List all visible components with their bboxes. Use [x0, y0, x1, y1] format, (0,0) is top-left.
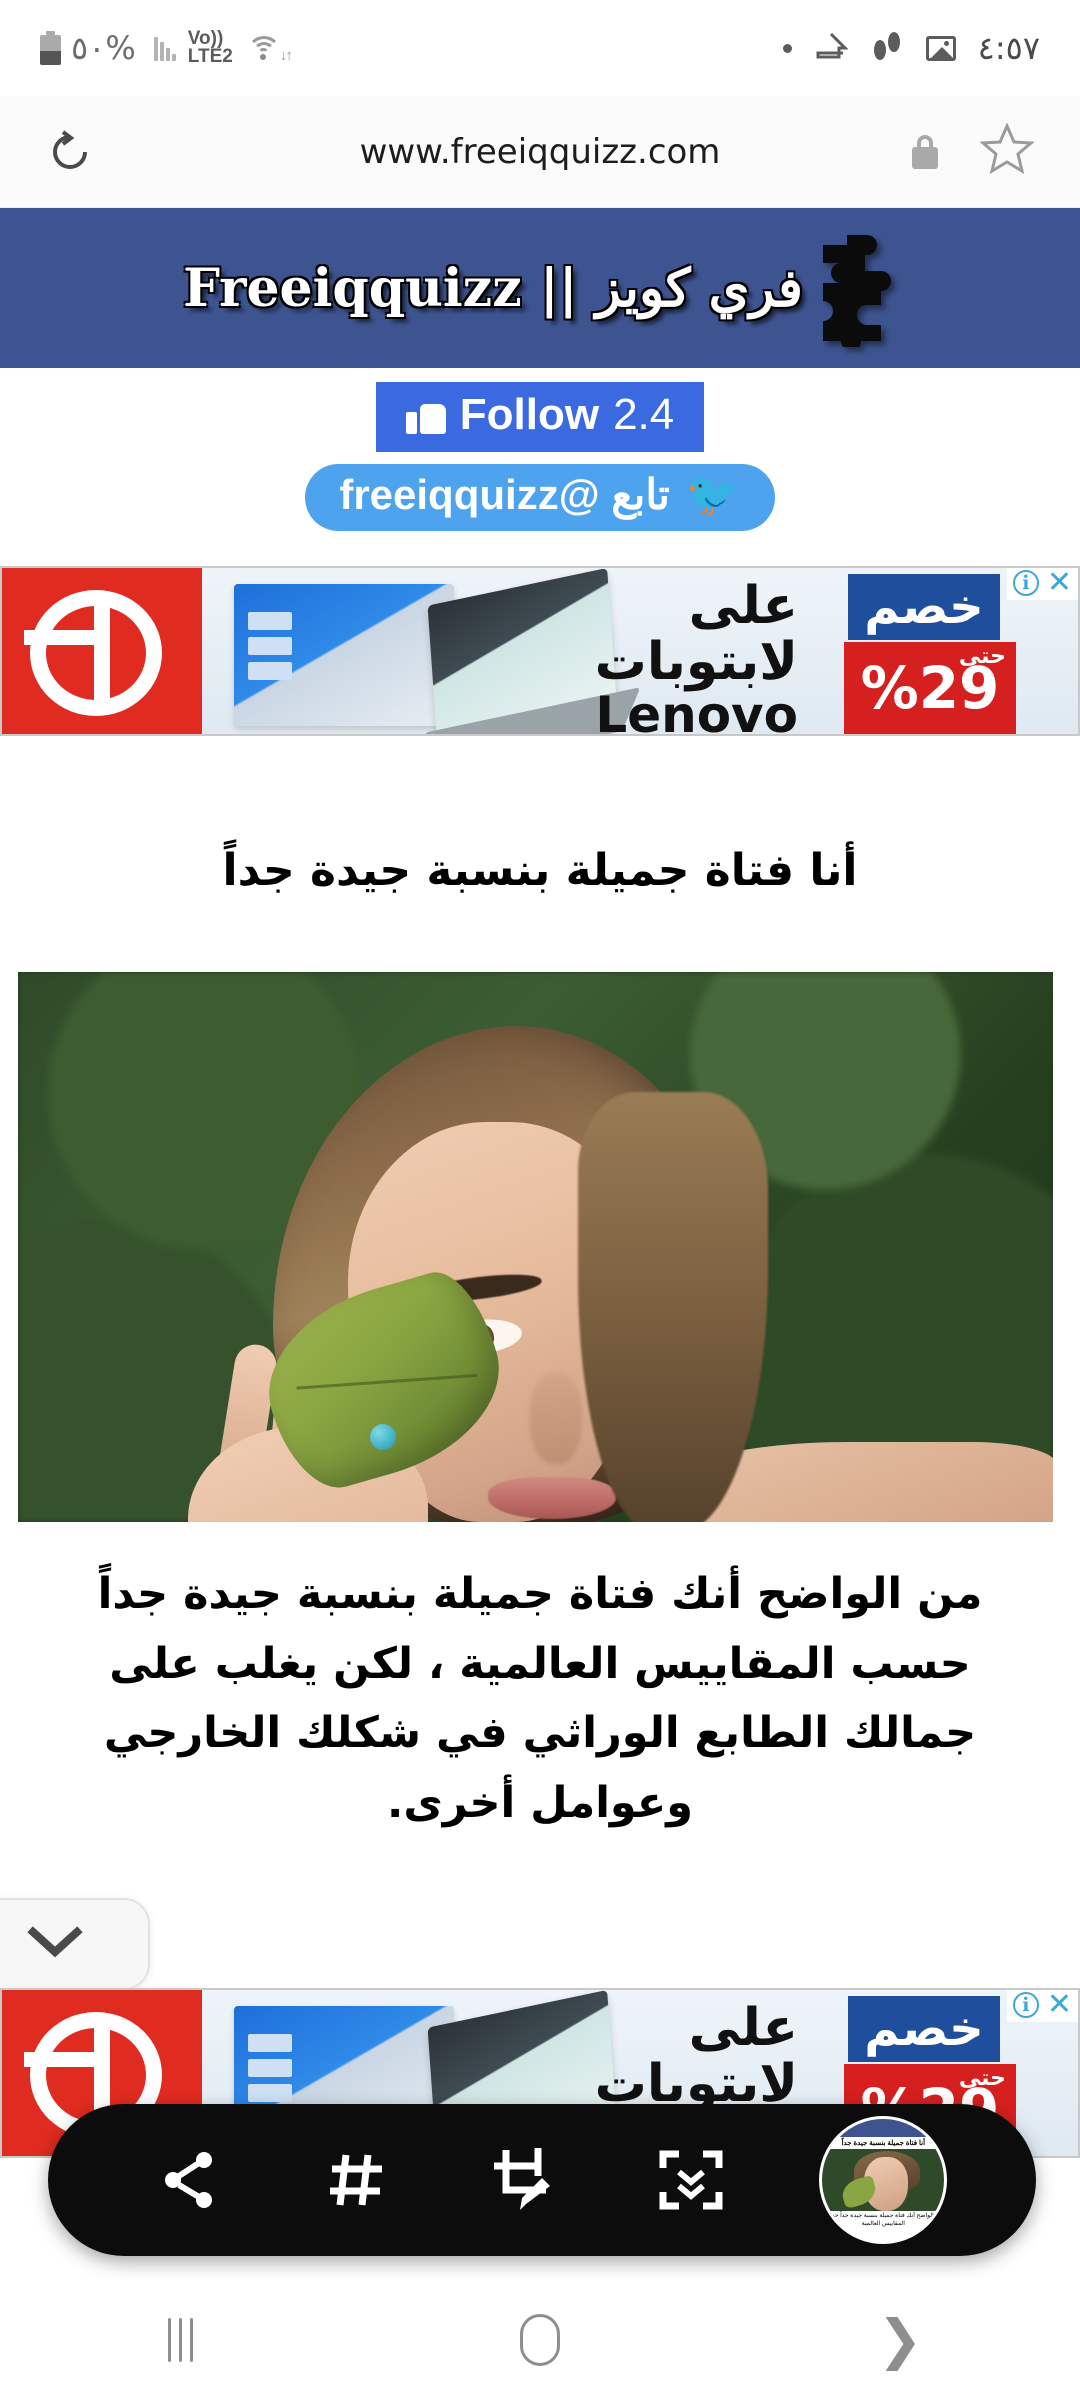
ad-controls[interactable]: i ✕	[1006, 568, 1078, 600]
screenshot-toolbar: أنا فتاة جميلة بنسبة جيدة جداً من الواضح…	[48, 2104, 1036, 2256]
collapse-tab[interactable]	[0, 1898, 150, 1990]
ad-line-2-b: لابتوبات	[594, 2054, 798, 2114]
article-photo	[18, 972, 1053, 1522]
laptop-image-left	[234, 584, 454, 726]
twitter-follow-button[interactable]: 🐦 تابع @freeiqquizz	[305, 464, 775, 531]
ad-line-1-b: على	[688, 1998, 798, 2058]
twitter-follow-label: تابع @freeiqquizz	[339, 471, 670, 518]
back-icon[interactable]: ❯	[840, 2280, 960, 2400]
ad-line-1: على	[688, 576, 798, 636]
puzzle-piece-icon	[809, 229, 917, 351]
dot-icon	[782, 43, 792, 53]
laptop-image-right	[427, 568, 617, 734]
browser-address-bar: www.freeiqquizz.com	[0, 96, 1080, 208]
hashtag-tag-icon[interactable]	[318, 2141, 396, 2219]
home-icon[interactable]	[480, 2280, 600, 2400]
network-type-label: LTE2	[187, 46, 233, 67]
ad-line-2: لابتوبات	[594, 632, 798, 692]
home-shape-icon	[814, 31, 849, 66]
status-bar-left: ٥٠% Vo)) LTE2 ↓↑	[40, 29, 293, 67]
thumbs-up-icon	[405, 396, 446, 434]
ad-discount-label-2: خصم	[848, 1996, 1000, 2062]
browser-bar-actions	[912, 122, 1035, 180]
thumbnail-title: أنا فتاة جميلة بنسبة جيدة جداً	[841, 2140, 926, 2147]
crop-edit-icon[interactable]	[485, 2141, 563, 2219]
gallery-icon	[925, 35, 956, 61]
lock-icon[interactable]	[912, 134, 938, 169]
ad-close-icon[interactable]: ✕	[1047, 568, 1072, 598]
site-logo-wrap: فري كويز || Freeiqquizz	[183, 229, 917, 351]
status-bar-clock: ٤:٥٧	[977, 29, 1040, 67]
signal-bars-icon	[153, 35, 176, 61]
scroll-capture-icon[interactable]	[652, 2141, 730, 2219]
advertiser-logo-icon	[2, 568, 202, 734]
volte-icon: Vo)) LTE2	[187, 29, 233, 67]
facebook-row: Follow 2.4	[0, 382, 1080, 452]
site-header-banner[interactable]: فري كويز || Freeiqquizz	[0, 208, 1080, 368]
social-buttons: Follow 2.4 🐦 تابع @freeiqquizz	[0, 382, 1080, 531]
screenshot-thumbnail[interactable]: أنا فتاة جميلة بنسبة جيدة جداً من الواضح…	[819, 2116, 948, 2244]
chevron-down-icon	[23, 1922, 87, 1967]
battery-percent-label: ٥٠%	[71, 29, 137, 67]
star-icon[interactable]	[979, 122, 1035, 180]
twitter-bird-icon: 🐦	[685, 469, 741, 519]
facebook-follow-count: 2.4	[613, 390, 675, 439]
battery-icon	[40, 31, 61, 65]
ad-banner-top[interactable]: على لابتوبات Lenovo خصم حتى %29 i ✕	[0, 566, 1080, 736]
ad-controls-2[interactable]: i ✕	[1006, 1990, 1078, 2022]
ad-info-icon-2[interactable]: i	[1012, 1992, 1039, 2018]
ad-text-block: على لابتوبات Lenovo	[594, 576, 798, 736]
android-nav-bar: ❯	[0, 2280, 1080, 2400]
article-title: أنا فتاة جميلة بنسبة جيدة جداً	[222, 845, 858, 896]
ad-badge-prefix-2: حتى	[958, 2066, 1006, 2091]
ad-discount-label: خصم	[848, 574, 1000, 640]
wifi-icon: ↓↑	[246, 34, 293, 64]
footsteps-icon	[870, 30, 904, 67]
ad-close-icon-2[interactable]: ✕	[1047, 1990, 1072, 2020]
ad-badge-prefix: حتى	[958, 644, 1006, 669]
ad-line-3: Lenovo	[595, 686, 798, 736]
twitter-row: 🐦 تابع @freeiqquizz	[0, 452, 1080, 531]
facebook-follow-label: Follow	[459, 390, 600, 439]
facebook-follow-button[interactable]: Follow 2.4	[375, 382, 705, 452]
ad-discount-badge: حتى %29	[844, 642, 1016, 734]
share-icon[interactable]	[151, 2141, 229, 2219]
status-bar-right: ٤:٥٧	[782, 29, 1040, 67]
recents-icon[interactable]	[120, 2280, 240, 2400]
site-logo-text: فري كويز || Freeiqquizz	[183, 257, 803, 319]
thumbnail-caption: من الواضح أنك فتاة جميلة بنسبة جيدة جداً…	[823, 2213, 944, 2227]
reload-icon[interactable]	[46, 128, 94, 176]
article-body-text: من الواضح أنك فتاة جميلة بنسبة جيدة جداً…	[97, 1569, 983, 1828]
ad-info-icon[interactable]: i	[1012, 570, 1039, 596]
status-bar: ٥٠% Vo)) LTE2 ↓↑ ٤:٥٧	[0, 0, 1080, 96]
